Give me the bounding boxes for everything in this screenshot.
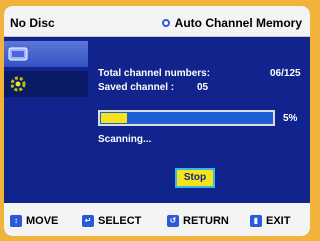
gear-icon [8, 74, 30, 94]
disc-status-title: No Disc [10, 16, 55, 30]
footer-bar: ↕ MOVE ↵ SELECT ↺ RETURN ▮ EXIT [4, 203, 310, 236]
radio-dot-icon [161, 19, 170, 27]
header-bar: No Disc Auto Channel Memory [4, 6, 310, 37]
return-arrow-icon: ↺ [167, 215, 179, 227]
saved-channel-label: Saved channel : [98, 82, 175, 93]
footer-exit-label: EXIT [266, 215, 291, 227]
scan-status: Scanning... [98, 134, 152, 145]
sidebar [4, 37, 88, 202]
saved-channel-value: 05 [197, 82, 209, 93]
footer-select: ↵ SELECT [82, 215, 141, 227]
total-channel-value: 06/125 [270, 68, 301, 79]
scan-progress-bar [98, 110, 275, 126]
exit-icon: ▮ [250, 215, 262, 227]
footer-move: ↕ MOVE [10, 215, 58, 227]
sidebar-item-channel[interactable] [4, 41, 88, 67]
sidebar-item-setup[interactable] [4, 71, 88, 97]
footer-return: ↺ RETURN [167, 215, 229, 227]
auto-channel-panel: Total channel numbers: 06/125 Saved chan… [88, 37, 310, 202]
scan-progress-percent: 5% [283, 113, 298, 124]
footer-exit: ▮ EXIT [250, 215, 290, 227]
channel-icon [8, 44, 30, 64]
select-enter-icon: ↵ [82, 215, 94, 227]
footer-select-label: SELECT [98, 215, 142, 227]
total-channel-label: Total channel numbers: [98, 68, 211, 79]
footer-return-label: RETURN [183, 215, 229, 227]
footer-move-label: MOVE [26, 215, 59, 227]
stop-button[interactable]: Stop [175, 168, 215, 188]
menu-title-label: Auto Channel Memory [174, 16, 302, 30]
scan-progress-fill [101, 113, 127, 123]
up-down-arrows-icon: ↕ [10, 215, 22, 227]
menu-title: Auto Channel Memory [161, 16, 302, 30]
tv-menu-screen: No Disc Auto Channel Memory Total channe… [4, 6, 310, 236]
